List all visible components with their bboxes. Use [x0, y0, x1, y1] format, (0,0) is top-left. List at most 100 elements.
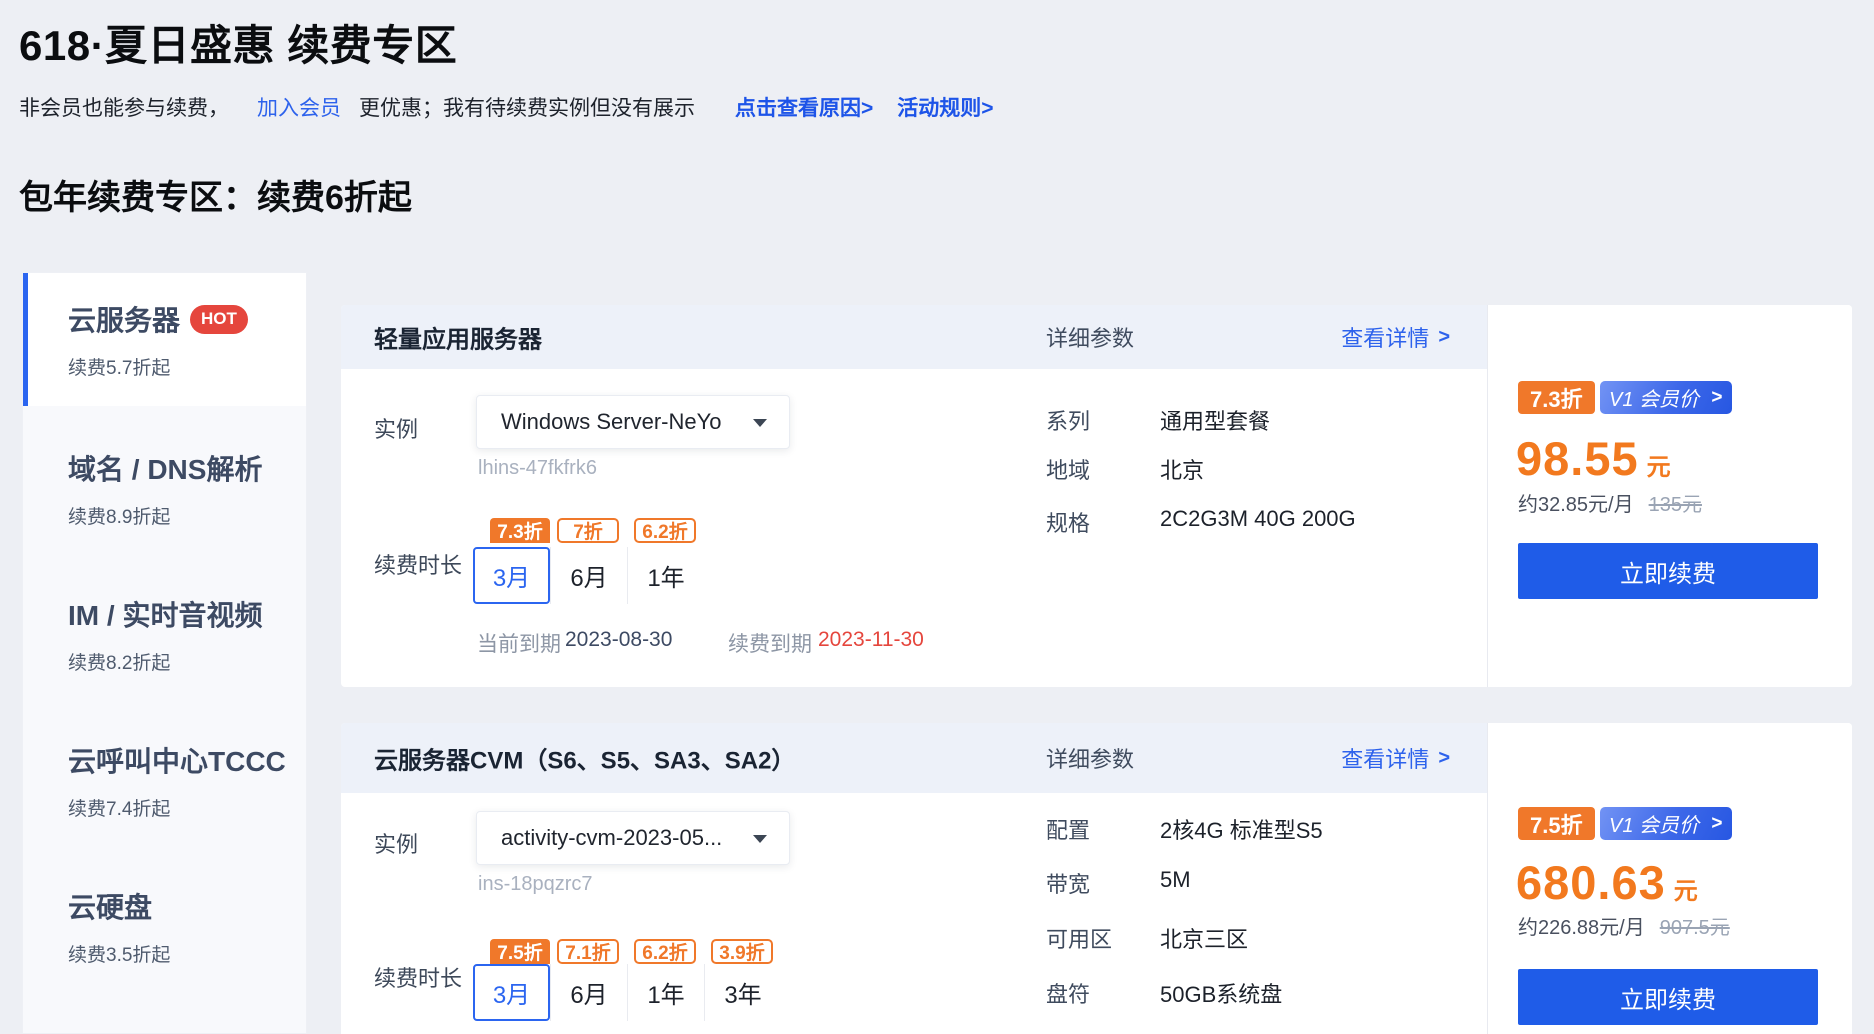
renew-now-button[interactable]: 立即续费 [1518, 969, 1818, 1025]
sidebar-item-discount: 续费8.2折起 [68, 648, 286, 675]
instance-id: lhins-47fkfrk6 [478, 457, 597, 480]
category-sidebar: 云服务器 HOT 续费5.7折起 域名 / DNS解析 续费8.9折起 IM /… [22, 272, 307, 1034]
spec-value: 2核4G 标准型S5 [1160, 813, 1323, 845]
sidebar-item-label: 云呼叫中心TCCC [68, 740, 286, 780]
sidebar-item-discount: 续费7.4折起 [68, 794, 286, 821]
page-title: 618·夏日盛惠 续费专区 [19, 12, 457, 73]
instance-select[interactable]: activity-cvm-2023-05... [476, 811, 790, 865]
price-number: 98.55 [1516, 431, 1639, 486]
sidebar-item-dns[interactable]: 域名 / DNS解析 续费8.9折起 [23, 406, 306, 552]
v1-member-label: V1 会员价 [1609, 809, 1699, 838]
price-amount: 98.55 元 [1516, 431, 1671, 486]
renew-card-cvm: 云服务器CVM（S6、S5、SA3、SA2） 详细参数 查看详情 > 实例 ac… [341, 723, 1852, 1034]
term-tab-6month[interactable]: 6月 [550, 964, 627, 1021]
spec-value: 5M [1160, 867, 1191, 893]
params-label: 详细参数 [1046, 321, 1134, 353]
term-tab-3month[interactable]: 3月 [473, 964, 550, 1021]
instance-select-value: activity-cvm-2023-05... [501, 825, 722, 851]
view-detail-link[interactable]: 查看详情 > [1341, 742, 1450, 774]
sidebar-item-label: IM / 实时音视频 [68, 594, 262, 634]
term-tab-3month[interactable]: 3月 [473, 547, 550, 604]
chevron-down-icon [753, 835, 767, 843]
original-price: 907.5元 [1660, 911, 1730, 940]
renew-expiry-label: 续费到期 [728, 628, 812, 658]
sidebar-item-discount: 续费5.7折起 [68, 353, 286, 380]
price-currency: 元 [1674, 871, 1698, 906]
price-sub-row: 约226.88元/月 907.5元 [1518, 911, 1730, 940]
price-number: 680.63 [1516, 855, 1666, 910]
renew-now-button[interactable]: 立即续费 [1518, 543, 1818, 599]
params-label: 详细参数 [1046, 742, 1134, 774]
term-tab-3year[interactable]: 3年 [704, 964, 781, 1021]
term-tab-1year[interactable]: 1年 [627, 964, 704, 1021]
instance-label: 实例 [374, 827, 418, 859]
hot-badge: HOT [190, 305, 248, 334]
term-label: 续费时长 [374, 961, 462, 993]
discount-badge: 7.3折 [490, 518, 550, 543]
section-heading: 包年续费专区：续费6折起 [19, 170, 412, 219]
chevron-right-icon: > [1711, 813, 1722, 835]
sidebar-item-discount: 续费3.5折起 [68, 940, 286, 967]
instance-id: ins-18pqzrc7 [478, 873, 593, 896]
spec-value: 50GB系统盘 [1160, 977, 1282, 1009]
v1-member-price-button[interactable]: V1 会员价 > [1600, 381, 1732, 414]
sidebar-item-cbs[interactable]: 云硬盘 续费3.5折起 [23, 844, 306, 990]
view-reason-link[interactable]: 点击查看原因> [735, 92, 873, 122]
v1-member-label: V1 会员价 [1609, 383, 1699, 412]
chevron-right-icon: > [1438, 326, 1450, 349]
spec-value: 北京 [1160, 453, 1204, 485]
term-tab-6month[interactable]: 6月 [550, 547, 627, 604]
subtitle-text-2: 更优惠；我有待续费实例但没有展示 [359, 92, 695, 122]
sidebar-item-im[interactable]: IM / 实时音视频 续费8.2折起 [23, 552, 306, 698]
price-panel: 7.5折 V1 会员价 > 680.63 元 约226.88元/月 907.5元… [1487, 723, 1852, 1034]
view-detail-link[interactable]: 查看详情 > [1341, 321, 1450, 353]
price-currency: 元 [1647, 447, 1671, 482]
sidebar-item-discount: 续费8.9折起 [68, 502, 286, 529]
sidebar-item-cvm[interactable]: 云服务器 HOT 续费5.7折起 [23, 273, 306, 406]
card-header: 轻量应用服务器 详细参数 查看详情 > [341, 305, 1487, 369]
spec-label: 规格 [1046, 506, 1090, 538]
spec-value: 2C2G3M 40G 200G [1160, 506, 1356, 532]
discount-badge: 3.9折 [711, 939, 773, 964]
spec-label: 地域 [1046, 453, 1090, 485]
discount-badge: 7.1折 [557, 939, 619, 964]
term-tab-1year[interactable]: 1年 [627, 547, 704, 604]
join-member-link[interactable]: 加入会员 [257, 92, 341, 122]
price-amount: 680.63 元 [1516, 855, 1698, 910]
chevron-right-icon: > [1438, 747, 1450, 770]
price-sub-row: 约32.85元/月 135元 [1518, 488, 1702, 517]
spec-label: 配置 [1046, 813, 1090, 845]
chevron-down-icon [753, 419, 767, 427]
term-label: 续费时长 [374, 548, 462, 580]
instance-select[interactable]: Windows Server-NeYo [476, 395, 790, 449]
monthly-price: 约226.88元/月 [1518, 911, 1645, 940]
renew-expiry-date: 2023-11-30 [818, 628, 924, 652]
discount-badge: 7折 [557, 518, 619, 543]
v1-member-price-button[interactable]: V1 会员价 > [1600, 807, 1732, 840]
renew-card-lighthouse: 轻量应用服务器 详细参数 查看详情 > 实例 Windows Server-Ne… [341, 305, 1852, 687]
card-header: 云服务器CVM（S6、S5、SA3、SA2） 详细参数 查看详情 > [341, 723, 1487, 793]
spec-label: 带宽 [1046, 867, 1090, 899]
discount-badge: 7.5折 [490, 939, 550, 964]
sidebar-item-tccc[interactable]: 云呼叫中心TCCC 续费7.4折起 [23, 698, 306, 844]
subtitle: 非会员也能参与续费， 加入会员 更优惠；我有待续费实例但没有展示 点击查看原因>… [19, 92, 994, 122]
discount-badge: 6.2折 [634, 939, 696, 964]
sidebar-item-label: 域名 / DNS解析 [68, 448, 262, 488]
spec-value: 北京三区 [1160, 922, 1248, 954]
spec-value: 通用型套餐 [1160, 404, 1270, 436]
discount-badge: 6.2折 [634, 518, 696, 543]
sidebar-item-label: 云服务器 [68, 299, 180, 339]
original-price: 135元 [1649, 488, 1702, 517]
instance-label: 实例 [374, 412, 418, 444]
monthly-price: 约32.85元/月 [1518, 488, 1634, 517]
view-detail-text: 查看详情 [1341, 742, 1429, 774]
instance-select-value: Windows Server-NeYo [501, 409, 722, 435]
current-expiry-label: 当前到期 [477, 628, 561, 658]
price-discount-badge: 7.3折 [1518, 381, 1595, 414]
chevron-right-icon: > [1711, 387, 1722, 409]
spec-label: 系列 [1046, 404, 1090, 436]
current-expiry-date: 2023-08-30 [565, 628, 672, 652]
card-title: 云服务器CVM（S6、S5、SA3、SA2） [374, 741, 795, 776]
activity-rules-link[interactable]: 活动规则> [897, 92, 993, 122]
card-title: 轻量应用服务器 [374, 320, 542, 355]
